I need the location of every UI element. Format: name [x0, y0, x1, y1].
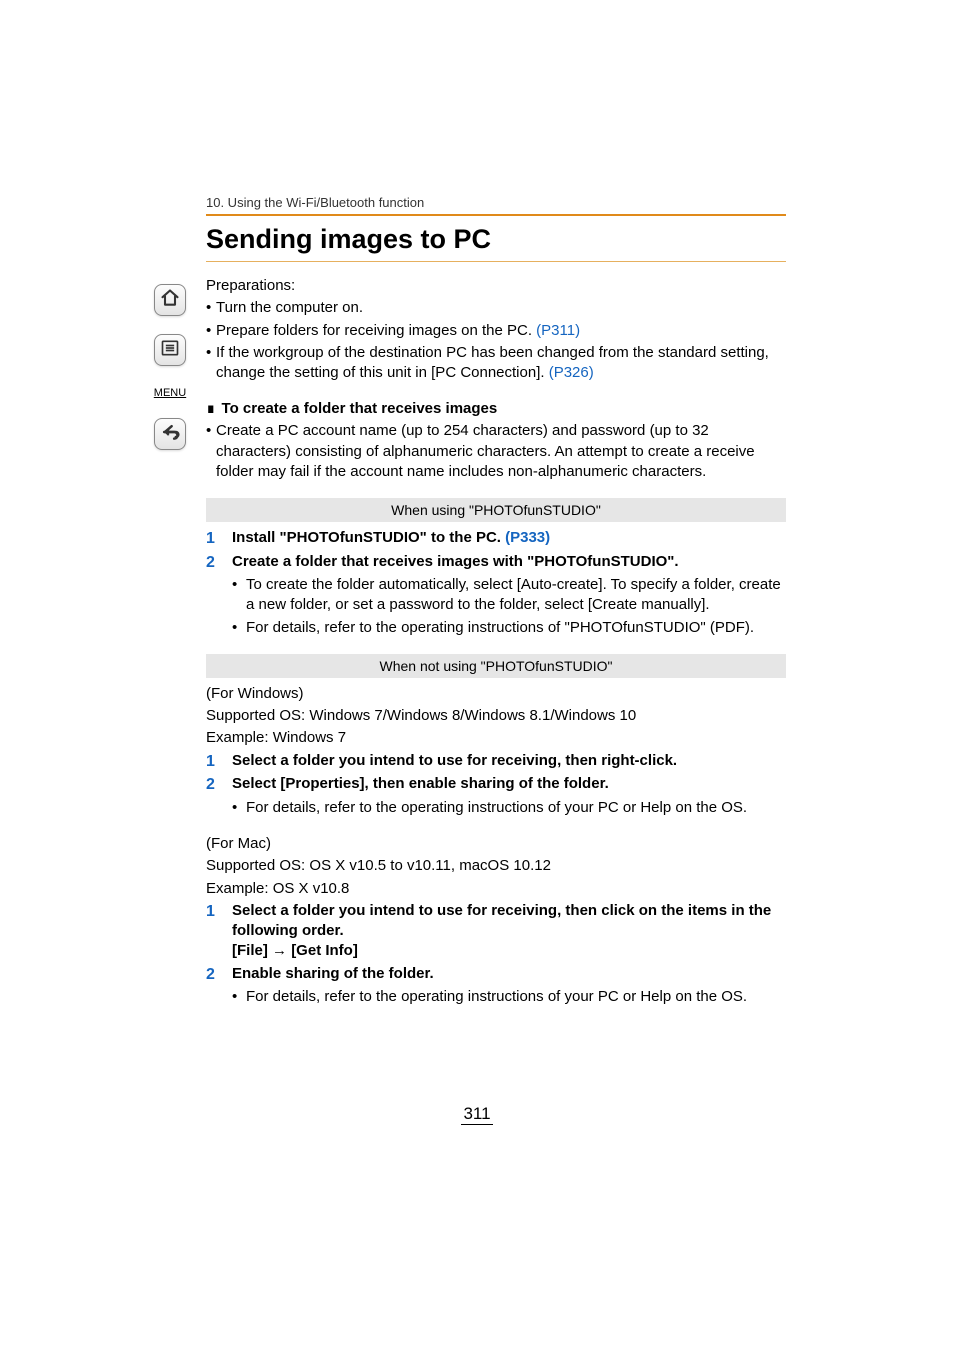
- sub-item: •For details, refer to the operating ins…: [232, 798, 786, 818]
- page-ref-link[interactable]: (P326): [549, 364, 594, 381]
- sub-item: •For details, refer to the operating ins…: [232, 618, 786, 638]
- page-number-text: 311: [461, 1104, 492, 1125]
- step-number: 1: [206, 901, 232, 962]
- nav-home-button[interactable]: [154, 284, 186, 316]
- nav-toc-button[interactable]: [154, 334, 186, 366]
- text: Prepare folders for receiving images on …: [216, 322, 536, 339]
- prep-item: • Prepare folders for receiving images o…: [206, 321, 786, 341]
- heading-text: To create a folder that receives images: [222, 400, 498, 417]
- step-text: Enable sharing of the folder.: [232, 965, 434, 982]
- step-row: 1 Install "PHOTOfunSTUDIO" to the PC. (P…: [206, 528, 786, 550]
- step-text: Select a folder you intend to use for re…: [232, 752, 677, 769]
- prep-text: If the workgroup of the destination PC h…: [216, 343, 786, 384]
- step-text: Install "PHOTOfunSTUDIO" to the PC.: [232, 529, 505, 546]
- menu-path: [File] → [Get Info]: [232, 941, 786, 961]
- step-text: Create a folder that receives images wit…: [232, 553, 679, 570]
- supported-os: Supported OS: Windows 7/Windows 8/Window…: [206, 706, 786, 726]
- step-number: 2: [206, 964, 232, 986]
- step-text: Select a folder you intend to use for re…: [232, 901, 786, 942]
- platform-heading: (For Windows): [206, 684, 786, 704]
- page-ref-link[interactable]: (P311): [536, 322, 580, 339]
- sub-text: For details, refer to the operating inst…: [246, 987, 786, 1007]
- subsection-heading: ∎ To create a folder that receives image…: [206, 399, 786, 417]
- prep-item: • If the workgroup of the destination PC…: [206, 343, 786, 384]
- nav-menu-button[interactable]: MENU: [152, 384, 188, 400]
- divider: [206, 261, 786, 262]
- prep-item: •Turn the computer on.: [206, 298, 786, 318]
- example-label: Example: Windows 7: [206, 728, 786, 748]
- sub-text: For details, refer to the operating inst…: [246, 798, 786, 818]
- page-ref-link[interactable]: (P333): [505, 529, 550, 546]
- home-icon: [160, 288, 180, 312]
- page-number[interactable]: 311: [0, 1104, 954, 1124]
- step-number: 2: [206, 774, 232, 796]
- step-row: 2 Create a folder that receives images w…: [206, 552, 786, 574]
- menu-item: [File]: [232, 942, 268, 959]
- step-row: 1 Select a folder you intend to use for …: [206, 751, 786, 773]
- note-item: • Create a PC account name (up to 254 ch…: [206, 421, 786, 482]
- step-number: 2: [206, 552, 232, 574]
- nav-back-button[interactable]: [154, 418, 186, 450]
- step-row: 2 Select [Properties], then enable shari…: [206, 774, 786, 796]
- step-text: Select [Properties], then enable sharing…: [232, 775, 609, 792]
- page-content: 10. Using the Wi-Fi/Bluetooth function S…: [206, 195, 786, 1009]
- platform-heading: (For Mac): [206, 834, 786, 854]
- step-number: 1: [206, 528, 232, 550]
- text: If the workgroup of the destination PC h…: [216, 344, 769, 381]
- arrow-icon: →: [272, 942, 291, 959]
- preparations-label: Preparations:: [206, 276, 786, 296]
- sub-item: •To create the folder automatically, sel…: [232, 575, 786, 616]
- divider: [206, 214, 786, 216]
- section-bar: When not using "PHOTOfunSTUDIO": [206, 654, 786, 678]
- note-text: Create a PC account name (up to 254 char…: [216, 421, 786, 482]
- square-bullet-icon: ∎: [206, 399, 216, 417]
- supported-os: Supported OS: OS X v10.5 to v10.11, macO…: [206, 856, 786, 876]
- prep-text: Turn the computer on.: [216, 298, 786, 318]
- step-row: 1 Select a folder you intend to use for …: [206, 901, 786, 962]
- side-nav: MENU: [152, 284, 188, 450]
- chapter-label: 10. Using the Wi-Fi/Bluetooth function: [206, 195, 786, 210]
- step-number: 1: [206, 751, 232, 773]
- list-icon: [160, 338, 180, 362]
- example-label: Example: OS X v10.8: [206, 879, 786, 899]
- section-bar: When using "PHOTOfunSTUDIO": [206, 498, 786, 522]
- step-row: 2 Enable sharing of the folder.: [206, 964, 786, 986]
- page-title: Sending images to PC: [206, 224, 786, 255]
- sub-text: For details, refer to the operating inst…: [246, 618, 786, 638]
- sub-item: •For details, refer to the operating ins…: [232, 987, 786, 1007]
- sub-text: To create the folder automatically, sele…: [246, 575, 786, 616]
- back-arrow-icon: [160, 422, 180, 446]
- prep-text: Prepare folders for receiving images on …: [216, 321, 786, 341]
- menu-item: [Get Info]: [291, 942, 358, 959]
